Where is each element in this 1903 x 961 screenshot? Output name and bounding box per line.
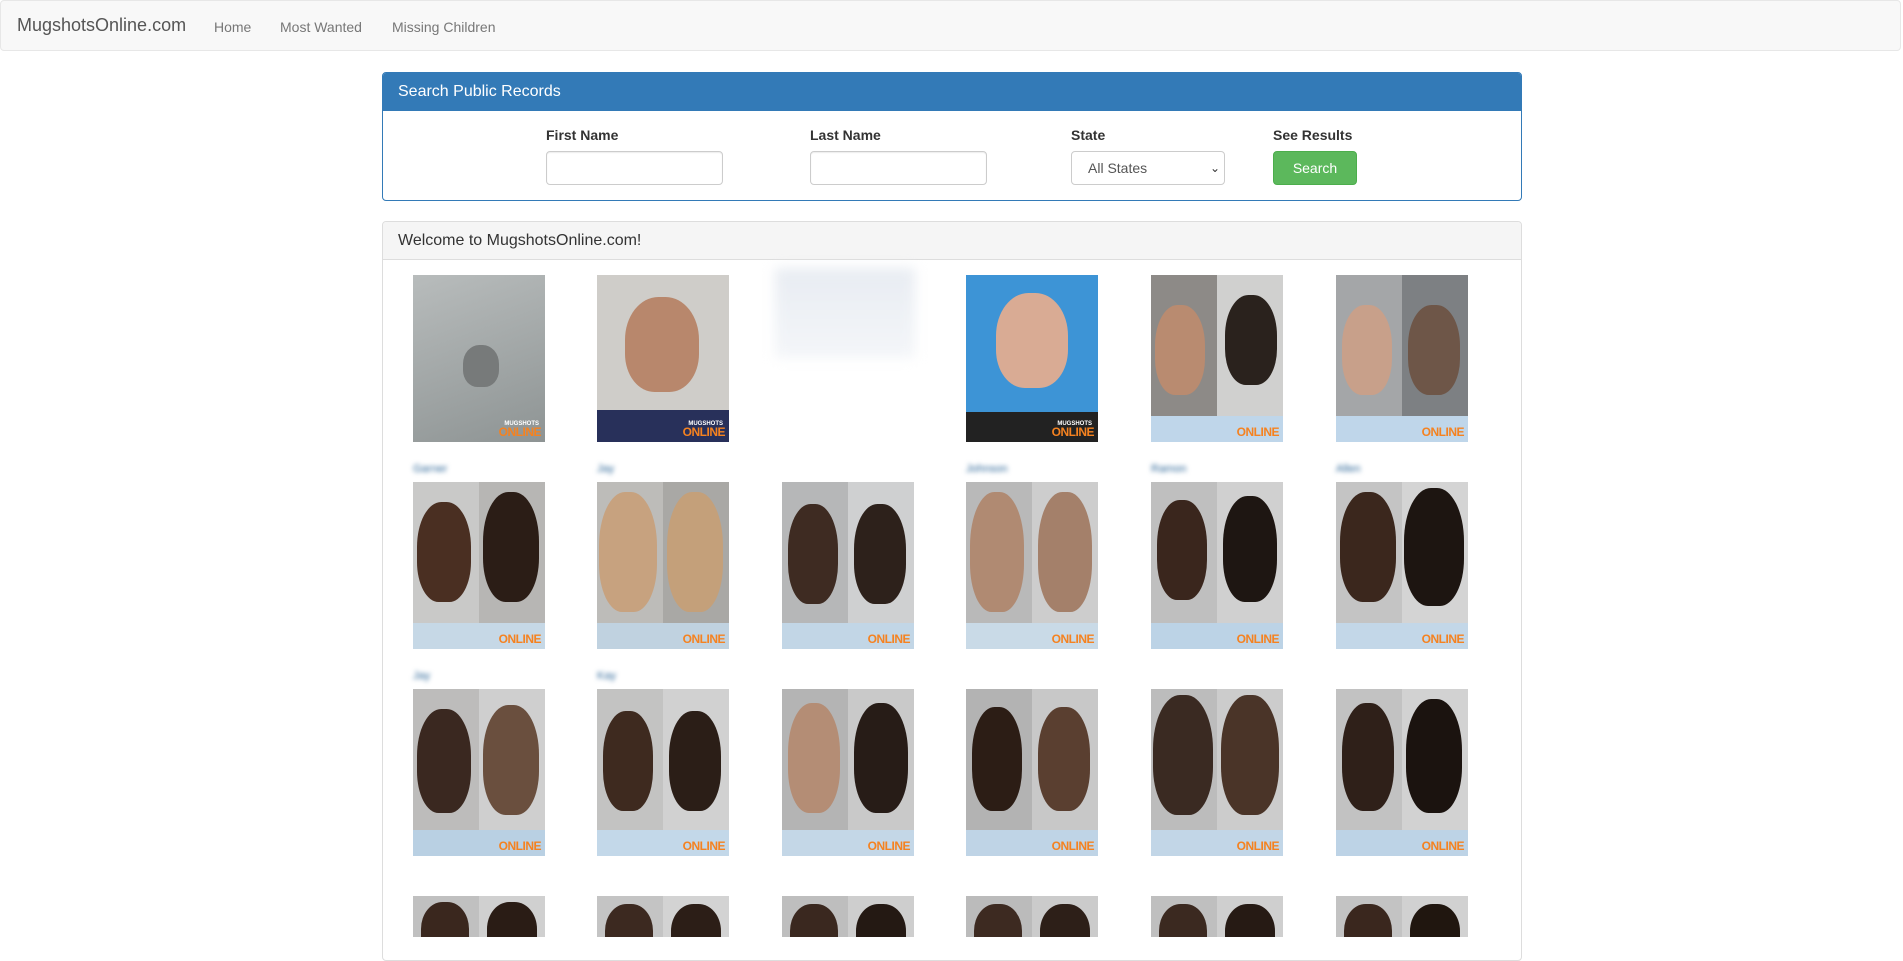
mugshot-thumbnail[interactable]: ONLINE xyxy=(782,689,914,856)
state-label: State xyxy=(1071,127,1106,143)
mugshot-thumbnail[interactable]: ONLINE xyxy=(1336,275,1468,442)
search-panel: Search Public Records First Name Last Na… xyxy=(382,72,1522,201)
welcome-panel-title: Welcome to MugshotsOnline.com! xyxy=(383,222,1521,260)
last-name-label: Last Name xyxy=(810,127,881,143)
mugshot-thumbnail[interactable]: ONLINE xyxy=(1336,482,1468,649)
mugshot-thumbnail[interactable]: ONLINE xyxy=(413,482,545,649)
watermark-text: ONLINE xyxy=(1051,839,1095,853)
last-name-input[interactable] xyxy=(810,151,987,185)
mugshot-thumbnail[interactable] xyxy=(1336,896,1468,937)
watermark-text: ONLINE xyxy=(1421,425,1465,439)
mugshot-thumbnail[interactable] xyxy=(782,896,914,937)
mugshot-thumbnail[interactable]: ONLINE xyxy=(1336,689,1468,856)
mugshot-thumbnail[interactable] xyxy=(966,896,1098,937)
mugshot-thumbnail[interactable] xyxy=(1151,896,1283,937)
mugshot-thumbnail[interactable]: MUGSHOTS ONLINE xyxy=(597,275,729,442)
watermark-text: ONLINE xyxy=(867,632,911,646)
state-select-value: All States xyxy=(1088,160,1148,176)
watermark-text: ONLINE xyxy=(1051,632,1095,646)
watermark-text: ONLINE xyxy=(1421,632,1465,646)
top-navbar: MugshotsOnline.com Home Most Wanted Miss… xyxy=(0,0,1901,51)
watermark-text: ONLINE xyxy=(1236,425,1280,439)
mugshot-caption[interactable]: Jay xyxy=(413,670,483,684)
mugshot-thumbnail[interactable] xyxy=(597,896,729,937)
search-panel-title: Search Public Records xyxy=(383,73,1521,111)
mugshot-caption[interactable]: Kay xyxy=(597,670,667,684)
mugshot-thumbnail[interactable]: ONLINE xyxy=(966,482,1098,649)
mugshot-thumbnail[interactable]: ONLINE xyxy=(966,689,1098,856)
mugshot-thumbnail[interactable]: ONLINE xyxy=(782,482,914,649)
site-brand-link[interactable]: MugshotsOnline.com xyxy=(17,15,186,36)
nav-missing-children-link[interactable]: Missing Children xyxy=(392,19,495,35)
watermark-text: ONLINE xyxy=(867,839,911,853)
blurred-thumbnail xyxy=(775,268,915,358)
mugshot-thumbnail[interactable]: ONLINE xyxy=(1151,275,1283,442)
mugshot-caption[interactable]: Ramon xyxy=(1151,463,1246,477)
search-button[interactable]: Search xyxy=(1273,151,1357,185)
nav-home-link[interactable]: Home xyxy=(214,19,251,35)
nav-most-wanted-link[interactable]: Most Wanted xyxy=(280,19,362,35)
watermark-text: ONLINE xyxy=(1421,839,1465,853)
mugshot-caption[interactable]: Johnson xyxy=(966,463,1061,477)
watermark-text: ONLINE xyxy=(498,425,542,439)
mugshot-thumbnail[interactable] xyxy=(413,896,545,937)
watermark-text: ONLINE xyxy=(1236,839,1280,853)
chevron-down-icon: ⌄ xyxy=(1209,161,1220,175)
watermark-text: ONLINE xyxy=(1051,425,1095,439)
watermark-text: ONLINE xyxy=(498,632,542,646)
first-name-label: First Name xyxy=(546,127,619,143)
state-select[interactable]: All States ⌄ xyxy=(1071,151,1225,185)
watermark-text: ONLINE xyxy=(1236,632,1280,646)
see-results-label: See Results xyxy=(1273,127,1353,143)
watermark-text: ONLINE xyxy=(682,839,726,853)
mugshot-caption[interactable]: Garner xyxy=(413,463,508,477)
mugshot-thumbnail[interactable]: ONLINE xyxy=(597,689,729,856)
mugshot-thumbnail[interactable]: ONLINE xyxy=(1151,689,1283,856)
watermark-text: ONLINE xyxy=(682,425,726,439)
mugshot-thumbnail[interactable]: MUGSHOTS ONLINE xyxy=(966,275,1098,442)
watermark-text: ONLINE xyxy=(682,632,726,646)
mugshot-thumbnail[interactable]: ONLINE xyxy=(413,689,545,856)
watermark-text: ONLINE xyxy=(498,839,542,853)
first-name-input[interactable] xyxy=(546,151,723,185)
mugshot-caption[interactable]: Allen xyxy=(1336,463,1431,477)
mugshot-thumbnail[interactable]: ONLINE xyxy=(1151,482,1283,649)
mugshot-thumbnail[interactable]: ONLINE xyxy=(597,482,729,649)
mugshot-thumbnail[interactable]: MUGSHOTS ONLINE xyxy=(413,275,545,442)
mugshot-caption[interactable]: Jay xyxy=(597,463,692,477)
